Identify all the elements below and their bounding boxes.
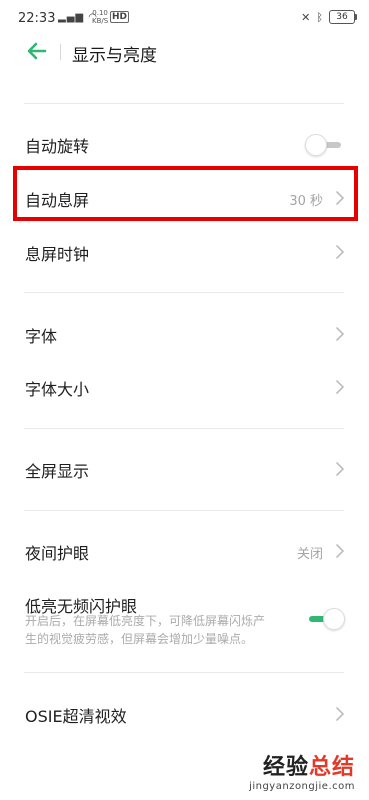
watermark: 经验总结 jingyanzongjie.com xyxy=(249,749,355,792)
battery-indicator: 36 xyxy=(329,10,357,24)
night-shield-label: 夜间护眼 xyxy=(25,544,90,563)
section-divider xyxy=(24,428,344,429)
toggle-knob xyxy=(323,608,345,630)
screen-off-clock-label: 息屏时钟 xyxy=(25,245,90,264)
fullscreen-label: 全屏显示 xyxy=(25,462,90,481)
hd-badge: HD xyxy=(110,11,130,23)
chevron-right-icon xyxy=(336,544,345,558)
chevron-right-icon xyxy=(336,327,345,341)
network-speed: 0.10 KB/S xyxy=(92,9,108,25)
auto-rotate-toggle[interactable] xyxy=(305,134,345,156)
section-divider xyxy=(24,672,344,673)
network-speed-value: 0.10 xyxy=(92,9,108,17)
night-shield-value: 关闭 xyxy=(296,547,323,562)
dc-dimming-description: 开启后，在屏幕低亮度下，可降低屏幕闪烁产 生的视觉疲劳感，但屏幕会增加少量噪点。 xyxy=(25,612,295,648)
dc-dimming-description-line2: 生的视觉疲劳感，但屏幕会增加少量噪点。 xyxy=(25,632,254,646)
chevron-right-icon xyxy=(336,707,345,721)
chevron-right-icon xyxy=(336,380,345,394)
toggle-knob xyxy=(305,134,327,156)
font-label: 字体 xyxy=(25,327,58,346)
osie-label: OSIE超清视效 xyxy=(25,707,127,726)
section-divider xyxy=(24,103,344,104)
status-icons: ✕ ᛒ 36 xyxy=(301,10,357,24)
watermark-logo: 经验总结 xyxy=(249,749,355,781)
page-title: 显示与亮度 xyxy=(72,46,157,66)
watermark-part2: 总结 xyxy=(308,755,355,780)
watermark-part1: 经验 xyxy=(262,755,309,780)
chevron-right-icon xyxy=(336,462,345,476)
network-speed-unit: KB/S xyxy=(92,17,109,25)
font-size-row[interactable]: 字体大小 xyxy=(0,363,369,411)
back-arrow-icon[interactable] xyxy=(26,40,48,62)
app-header: 显示与亮度 xyxy=(0,32,369,72)
header-divider xyxy=(60,44,61,60)
section-divider xyxy=(24,510,344,511)
dc-dimming-toggle[interactable] xyxy=(305,608,345,630)
bluetooth-icon: ᛒ xyxy=(316,10,323,24)
status-bar: 22:33 ▂▄▆ ◠ 0.10 KB/S HD ✕ ᛒ 36 xyxy=(0,0,369,36)
night-shield-row[interactable]: 夜间护眼 关闭 xyxy=(0,527,369,575)
fullscreen-row[interactable]: 全屏显示 xyxy=(0,445,369,493)
vibrate-icon: ✕ xyxy=(301,10,311,24)
dc-dimming-description-line1: 开启后，在屏幕低亮度下，可降低屏幕闪烁产 xyxy=(25,614,266,628)
auto-rotate-label: 自动旋转 xyxy=(25,137,90,156)
section-divider xyxy=(24,292,344,293)
font-row[interactable]: 字体 xyxy=(0,310,369,358)
screen-off-clock-row[interactable]: 息屏时钟 xyxy=(0,228,369,276)
highlight-box xyxy=(13,166,358,221)
watermark-url: jingyanzongjie.com xyxy=(249,781,355,792)
chevron-right-icon xyxy=(336,245,345,259)
font-size-label: 字体大小 xyxy=(25,380,90,399)
status-time: 22:33 xyxy=(18,11,56,26)
osie-row[interactable]: OSIE超清视效 xyxy=(0,690,369,738)
